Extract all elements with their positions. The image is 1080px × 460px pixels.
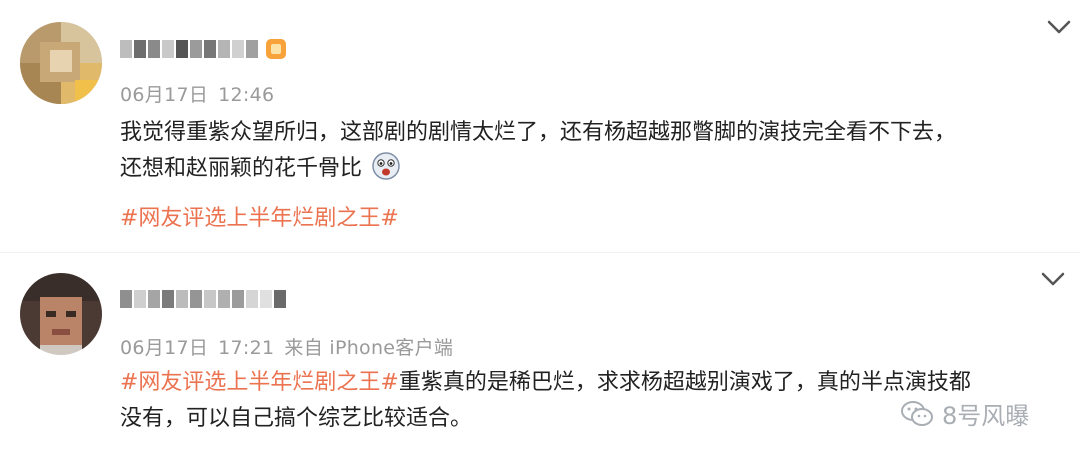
comment-line: 重紫真的是稀巴烂，求求杨超越别演戏了，真的半点演技都 (398, 370, 971, 395)
post-meta: 06月17日 17:21 来自 iPhone客户端 (120, 333, 463, 360)
hashtag-link[interactable]: #网友评选上半年烂剧之王# (120, 370, 399, 395)
post-time: 17:21 (218, 337, 275, 359)
post-source: 来自 iPhone客户端 (284, 337, 454, 359)
watermark: 8号风曝 (900, 396, 1029, 431)
watermark-text: 8号风曝 (942, 402, 1030, 430)
chevron-down-icon[interactable] (1040, 270, 1066, 288)
post-date: 06月17日 (120, 337, 209, 359)
wechat-icon (901, 400, 933, 426)
username-pixelated (120, 288, 286, 310)
avatar[interactable] (20, 273, 102, 355)
comment-card-2: 06月17日 17:21 来自 iPhone客户端 #网友评选上半年烂剧之王#重紫真… (0, 0, 1080, 460)
username[interactable] (120, 288, 286, 310)
